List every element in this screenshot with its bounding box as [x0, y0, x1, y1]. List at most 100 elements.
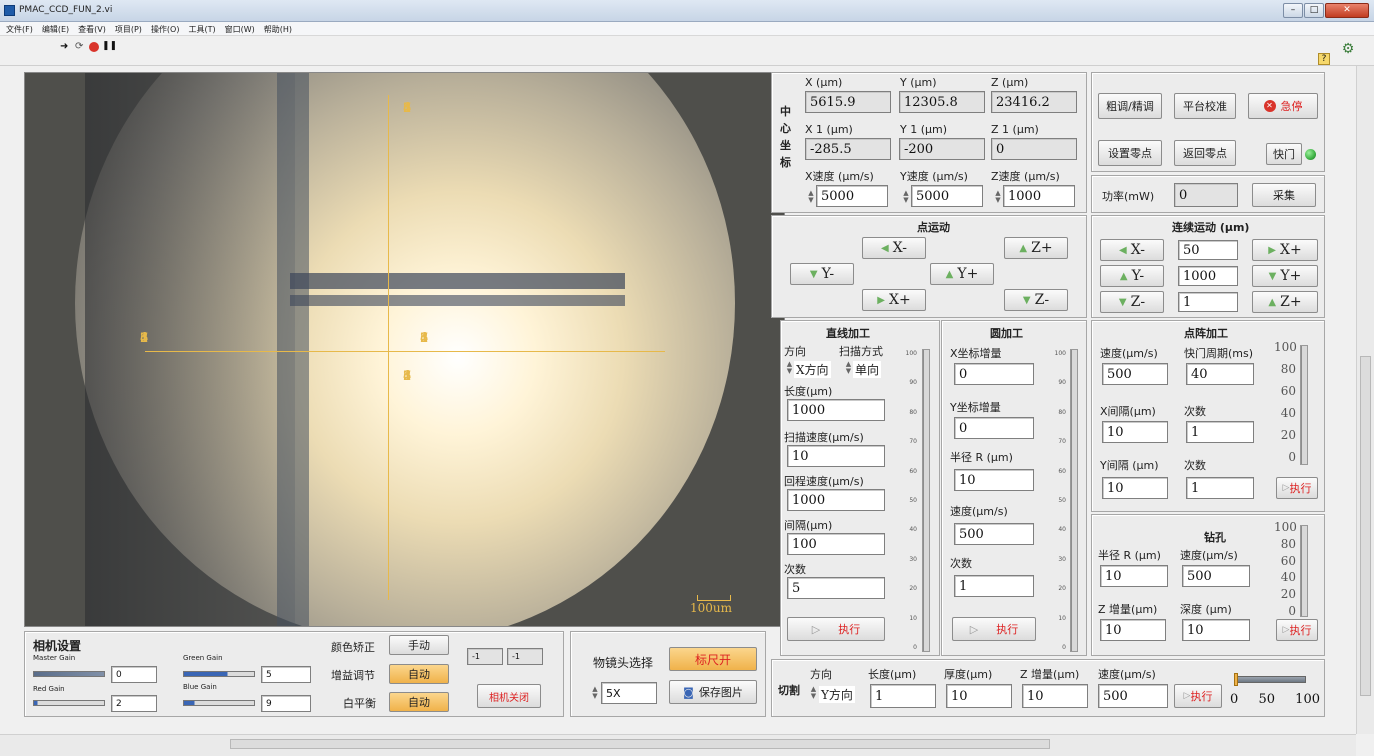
dot-period-field[interactable]: 40	[1186, 363, 1254, 385]
drill-speed-field[interactable]: 500	[1182, 565, 1250, 587]
return-zero-button[interactable]: 返回零点	[1174, 140, 1236, 166]
red-gain-slider[interactable]	[33, 700, 105, 706]
cont-x-plus-button[interactable]: ▶ X+	[1252, 239, 1318, 261]
line-length-field[interactable]: 1000	[787, 399, 885, 421]
cut-slider-thumb[interactable]	[1234, 673, 1238, 686]
menu-item[interactable]: 窗口(W)	[225, 24, 255, 35]
cut-thickness-field[interactable]: 10	[946, 684, 1012, 708]
menu-item[interactable]: 文件(F)	[6, 24, 33, 35]
horizontal-scrollbar[interactable]	[0, 734, 1356, 756]
blue-gain-field[interactable]: 9	[261, 695, 311, 712]
platform-calibrate-button[interactable]: 平台校准	[1174, 93, 1236, 119]
line-direction-value[interactable]: X方向	[794, 361, 831, 378]
objective-stepper[interactable]: ▲ ▼	[591, 686, 599, 700]
point-z-plus-button[interactable]: ▲ Z+	[1004, 237, 1068, 259]
vertical-scroll-thumb[interactable]	[1360, 356, 1371, 696]
cont-x-minus-button[interactable]: ◀ X-	[1100, 239, 1164, 261]
cut-direction-stepper[interactable]: ▲ ▼	[810, 686, 817, 700]
master-gain-slider[interactable]	[33, 671, 105, 677]
z-speed-field[interactable]: 1000	[1003, 185, 1075, 207]
line-count-field[interactable]: 5	[787, 577, 885, 599]
y-speed-stepper[interactable]: ▲ ▼	[902, 190, 910, 204]
white-balance-button[interactable]: 自动	[389, 692, 449, 712]
menu-item[interactable]: 操作(O)	[151, 24, 180, 35]
master-gain-field[interactable]: 0	[111, 666, 157, 683]
objective-field[interactable]: 5X	[601, 682, 657, 704]
collect-button[interactable]: 采集	[1252, 183, 1316, 207]
y-speed-field[interactable]: 5000	[911, 185, 983, 207]
dot-x-gap-field[interactable]: 10	[1102, 421, 1168, 443]
gain-adjust-button[interactable]: 自动	[389, 664, 449, 684]
line-scan-value[interactable]: 单向	[853, 361, 882, 378]
menu-item[interactable]: 查看(V)	[78, 24, 106, 35]
point-y-plus-button[interactable]: ▲ Y+	[930, 263, 994, 285]
line-scan-speed-field[interactable]: 10	[787, 445, 885, 467]
coarse-fine-button[interactable]: 粗调/精调	[1098, 93, 1162, 119]
emergency-stop-button[interactable]: ✕ 急停	[1248, 93, 1318, 119]
circle-execute-button[interactable]: ▷ 执行	[952, 617, 1036, 641]
circle-speed-field[interactable]: 500	[954, 523, 1034, 545]
circle-radius-field[interactable]: 10	[954, 469, 1034, 491]
x-speed-field[interactable]: 5000	[816, 185, 888, 207]
shutter-button[interactable]: 快门	[1266, 143, 1302, 165]
cont-y-minus-button[interactable]: ▲ Y-	[1100, 265, 1164, 287]
dot-execute-button[interactable]: ▷ 执行	[1276, 477, 1318, 499]
camera-close-button[interactable]: 相机关闭	[477, 684, 541, 708]
abort-icon[interactable]	[89, 42, 99, 52]
dot-speed-field[interactable]: 500	[1102, 363, 1168, 385]
drill-radius-field[interactable]: 10	[1100, 565, 1168, 587]
circle-y-increment-field[interactable]: 0	[954, 417, 1034, 439]
menu-item[interactable]: 编辑(E)	[42, 24, 69, 35]
run-continuous-icon[interactable]: ⟳	[75, 41, 87, 52]
x-speed-stepper[interactable]: ▲ ▼	[807, 190, 815, 204]
drill-z-increment-field[interactable]: 10	[1100, 619, 1166, 641]
point-z-minus-button[interactable]: ▼ Z-	[1004, 289, 1068, 311]
line-direction-stepper[interactable]: ▲ ▼	[786, 361, 793, 375]
cut-execute-button[interactable]: ▷ 执行	[1174, 684, 1222, 708]
cont-y-step-field[interactable]: 1000	[1178, 266, 1238, 286]
menu-item[interactable]: 工具(T)	[188, 24, 215, 35]
minimize-button[interactable]: –	[1283, 3, 1303, 18]
cut-slider-track[interactable]	[1234, 676, 1306, 683]
cont-z-minus-button[interactable]: ▼ Z-	[1100, 291, 1164, 313]
line-return-speed-field[interactable]: 1000	[787, 489, 885, 511]
vertical-scrollbar[interactable]	[1356, 66, 1374, 734]
drill-execute-button[interactable]: ▷ 执行	[1276, 619, 1318, 641]
cut-direction-value[interactable]: Y方向	[819, 686, 855, 703]
color-correct-button[interactable]: 手动	[389, 635, 449, 655]
z-speed-stepper[interactable]: ▲ ▼	[994, 190, 1002, 204]
cut-length-field[interactable]: 1	[870, 684, 936, 708]
drill-depth-field[interactable]: 10	[1182, 619, 1250, 641]
menu-item[interactable]: 项目(P)	[115, 24, 142, 35]
cut-speed-field[interactable]: 500	[1098, 684, 1168, 708]
menu-item[interactable]: 帮助(H)	[264, 24, 292, 35]
help-icon[interactable]: ?	[1318, 53, 1330, 65]
point-x-plus-button[interactable]: ▶ X+	[862, 289, 926, 311]
pause-icon[interactable]: ❚❚	[102, 41, 117, 52]
circle-x-increment-field[interactable]: 0	[954, 363, 1034, 385]
dot-y-gap-field[interactable]: 10	[1102, 477, 1168, 499]
close-button[interactable]: ✕	[1325, 3, 1369, 18]
cont-y-plus-button[interactable]: ▼ Y+	[1252, 265, 1318, 287]
blue-gain-slider[interactable]	[183, 700, 255, 706]
line-gap-field[interactable]: 100	[787, 533, 885, 555]
point-x-minus-button[interactable]: ◀ X-	[862, 237, 926, 259]
set-zero-button[interactable]: 设置零点	[1098, 140, 1162, 166]
dot-y-count-field[interactable]: 1	[1186, 477, 1254, 499]
point-y-minus-button[interactable]: ▼ Y-	[790, 263, 854, 285]
dot-x-count-field[interactable]: 1	[1186, 421, 1254, 443]
line-execute-button[interactable]: ▷ 执行	[787, 617, 885, 641]
cont-x-step-field[interactable]: 50	[1178, 240, 1238, 260]
line-scan-stepper[interactable]: ▲ ▼	[845, 361, 852, 375]
horizontal-scroll-thumb[interactable]	[230, 739, 1050, 749]
maximize-button[interactable]: □	[1304, 3, 1324, 18]
cont-z-step-field[interactable]: 1	[1178, 292, 1238, 312]
red-gain-field[interactable]: 2	[111, 695, 157, 712]
cont-z-plus-button[interactable]: ▲ Z+	[1252, 291, 1318, 313]
cut-z-increment-field[interactable]: 10	[1022, 684, 1088, 708]
save-image-button[interactable]: ◙ 保存图片	[669, 680, 757, 704]
green-gain-slider[interactable]	[183, 671, 255, 677]
circle-count-field[interactable]: 1	[954, 575, 1034, 597]
camera-view[interactable]: 7654321 1234567 7654321 1234567 100um	[24, 72, 785, 627]
ruler-toggle-button[interactable]: 标尺开	[669, 647, 757, 671]
